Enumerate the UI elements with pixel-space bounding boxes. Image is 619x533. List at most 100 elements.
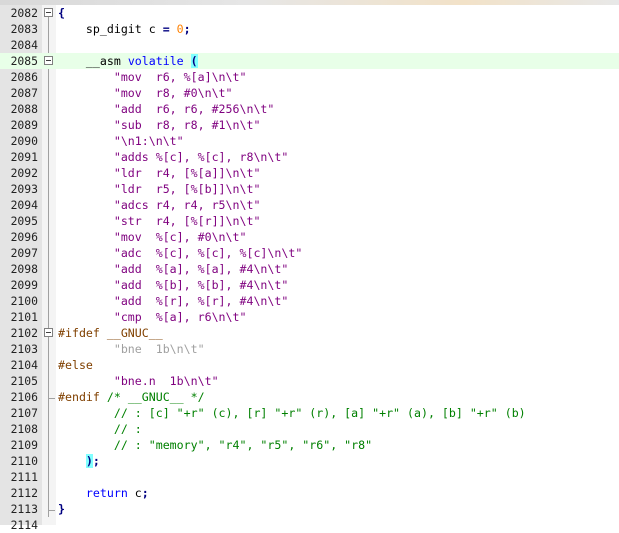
code-token: "mov r8, #0\n\t" [113, 86, 233, 100]
code-line[interactable]: 2095 "str r4, [%[r]]\n\t" [0, 213, 619, 229]
fold-toggle-icon[interactable] [44, 328, 53, 337]
code-token: "add r6, r6, #256\n\t" [113, 102, 275, 116]
code-line[interactable]: 2108 // : [0, 421, 619, 437]
code-line[interactable]: 2083 sp_digit c = 0; [0, 21, 619, 37]
line-number: 2103 [10, 342, 38, 356]
code-text: #ifdef __GNUC__ [58, 325, 163, 341]
line-number: 2104 [10, 358, 38, 372]
code-line[interactable]: 2090 "\n1:\n\t" [0, 133, 619, 149]
fold-toggle-icon[interactable] [44, 56, 53, 65]
code-text: "mov r6, %[a]\n\t" [58, 69, 247, 85]
code-line[interactable]: 2103 "bne 1b\n\t" [0, 341, 619, 357]
code-line[interactable]: 2098 "add %[a], %[a], #4\n\t" [0, 261, 619, 277]
code-line[interactable]: 2111 [0, 469, 619, 485]
code-line[interactable]: 2085 __asm volatile ( [0, 53, 619, 69]
line-number: 2099 [10, 278, 38, 292]
code-text: #else [58, 357, 93, 373]
line-number: 2095 [10, 214, 38, 228]
code-token: { [58, 6, 65, 20]
code-text: } [58, 501, 65, 517]
code-line[interactable]: 2097 "adc %[c], %[c], %[c]\n\t" [0, 245, 619, 261]
code-text: #endif /* __GNUC__ */ [58, 389, 205, 405]
line-number: 2088 [10, 102, 38, 116]
code-text: { [58, 5, 65, 21]
code-line[interactable]: 2114 [0, 517, 619, 533]
code-line[interactable]: 2109 // : "memory", "r4", "r5", "r6", "r… [0, 437, 619, 453]
code-line[interactable]: 2112 return c; [0, 485, 619, 501]
code-token: "add %[r], %[r], #4\n\t" [113, 294, 289, 308]
code-line[interactable]: 2087 "mov r8, #0\n\t" [0, 85, 619, 101]
code-line[interactable]: 2102 #ifdef __GNUC__ [0, 325, 619, 341]
line-number: 2113 [10, 502, 38, 516]
code-text: "add %[r], %[r], #4\n\t" [58, 293, 289, 309]
fold-toggle-icon[interactable] [44, 8, 53, 17]
line-number: 2105 [10, 374, 38, 388]
code-line[interactable]: 2099 "add %[b], %[b], #4\n\t" [0, 277, 619, 293]
code-editor[interactable]: 2082 {2083 sp_digit c = 0; 2084 2085 __asm … [0, 5, 619, 532]
code-line[interactable]: 2101 "cmp %[a], r6\n\t" [0, 309, 619, 325]
code-line[interactable]: 2092 "ldr r4, [%[a]]\n\t" [0, 165, 619, 181]
code-text: ); [58, 453, 100, 469]
code-text: "str r4, [%[r]]\n\t" [58, 213, 261, 229]
code-text: "adds %[c], %[c], r8\n\t" [58, 149, 289, 165]
code-token: sp_digit c [58, 22, 163, 36]
code-token: ; [141, 486, 149, 500]
code-line[interactable]: 2100 "add %[r], %[r], #4\n\t" [0, 293, 619, 309]
code-text: "\n1:\n\t" [58, 133, 184, 149]
code-text: "adc %[c], %[c], %[c]\n\t" [58, 245, 302, 261]
code-token: "adc %[c], %[c], %[c]\n\t" [113, 246, 303, 260]
code-line[interactable]: 2094 "adcs r4, r4, r5\n\t" [0, 197, 619, 213]
code-text: return c; [58, 485, 149, 501]
code-line[interactable]: 2110 ); [0, 453, 619, 469]
code-line[interactable]: 2091 "adds %[c], %[c], r8\n\t" [0, 149, 619, 165]
code-token: "\n1:\n\t" [113, 134, 184, 148]
line-number: 2085 [10, 54, 38, 68]
code-line[interactable]: 2096 "mov %[c], #0\n\t" [0, 229, 619, 245]
code-text: "sub r8, r8, #1\n\t" [58, 117, 261, 133]
code-line[interactable]: 2082 { [0, 5, 619, 21]
code-token: "str r4, [%[r]]\n\t" [113, 214, 261, 228]
line-number: 2106 [10, 390, 38, 404]
code-line[interactable]: 2086 "mov r6, %[a]\n\t" [0, 69, 619, 85]
line-number: 2091 [10, 150, 38, 164]
line-number: 2114 [10, 518, 38, 532]
code-token: "ldr r4, [%[a]]\n\t" [113, 166, 261, 180]
code-token: 0 [176, 22, 184, 36]
code-token: "add %[b], %[b], #4\n\t" [113, 278, 289, 292]
code-text: "ldr r4, [%[a]]\n\t" [58, 165, 261, 181]
code-line[interactable]: 2104 #else [0, 357, 619, 373]
code-text: // : [c] "+r" (c), [r] "+r" (r), [a] "+r… [58, 405, 526, 421]
code-token: #ifdef __GNUC__ [58, 326, 163, 340]
code-line[interactable]: 2106 #endif /* __GNUC__ */ [0, 389, 619, 405]
code-token: "mov r6, %[a]\n\t" [113, 70, 247, 84]
code-text: // : "memory", "r4", "r5", "r6", "r8" [58, 437, 372, 453]
code-token: __asm [58, 54, 128, 68]
line-number: 2094 [10, 198, 38, 212]
code-text: // : [58, 421, 142, 437]
code-token: ; [183, 22, 191, 36]
code-text: "mov %[c], #0\n\t" [58, 229, 247, 245]
code-line[interactable]: 2084 [0, 37, 619, 53]
line-number: 2107 [10, 406, 38, 420]
code-line[interactable]: 2105 "bne.n 1b\n\t" [0, 373, 619, 389]
code-line[interactable]: 2093 "ldr r5, [%[b]]\n\t" [0, 181, 619, 197]
code-token: = [162, 22, 170, 36]
code-text: "bne 1b\n\t" [58, 341, 205, 357]
code-line[interactable]: 2089 "sub r8, r8, #1\n\t" [0, 117, 619, 133]
code-text: sp_digit c = 0; [58, 21, 191, 37]
code-line[interactable]: 2107 // : [c] "+r" (c), [r] "+r" (r), [a… [0, 405, 619, 421]
line-number: 2111 [10, 470, 38, 484]
code-token: "add %[a], %[a], #4\n\t" [113, 262, 289, 276]
code-line[interactable]: 2113} [0, 501, 619, 517]
code-text: __asm volatile ( [58, 53, 198, 69]
code-token: ) [85, 454, 93, 468]
code-line[interactable]: 2088 "add r6, r6, #256\n\t" [0, 101, 619, 117]
line-number: 2082 [10, 6, 38, 20]
